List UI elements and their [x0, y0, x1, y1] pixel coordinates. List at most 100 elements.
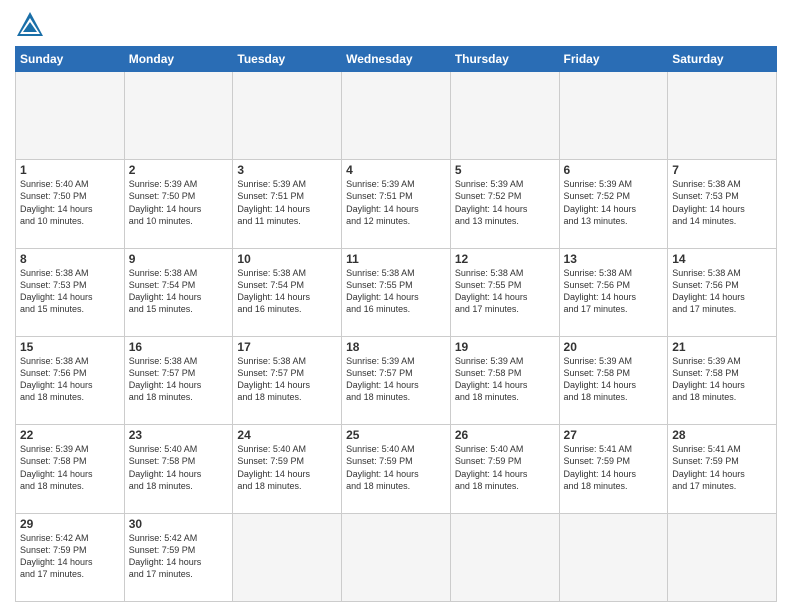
cell-content: Sunrise: 5:40 AMSunset: 7:59 PMDaylight:…: [237, 443, 337, 492]
calendar-cell: [559, 513, 668, 601]
cell-content: Sunrise: 5:42 AMSunset: 7:59 PMDaylight:…: [129, 532, 229, 581]
page: SundayMondayTuesdayWednesdayThursdayFrid…: [0, 0, 792, 612]
calendar-cell: 30Sunrise: 5:42 AMSunset: 7:59 PMDayligh…: [124, 513, 233, 601]
calendar-cell: 25Sunrise: 5:40 AMSunset: 7:59 PMDayligh…: [342, 425, 451, 513]
cell-content: Sunrise: 5:38 AMSunset: 7:56 PMDaylight:…: [564, 267, 664, 316]
cell-content: Sunrise: 5:39 AMSunset: 7:58 PMDaylight:…: [20, 443, 120, 492]
calendar-cell: [124, 72, 233, 160]
cell-content: Sunrise: 5:39 AMSunset: 7:51 PMDaylight:…: [237, 178, 337, 227]
calendar-cell: 19Sunrise: 5:39 AMSunset: 7:58 PMDayligh…: [450, 336, 559, 424]
calendar-header-row: SundayMondayTuesdayWednesdayThursdayFrid…: [16, 47, 777, 72]
logo-icon: [15, 10, 45, 40]
cell-content: Sunrise: 5:39 AMSunset: 7:52 PMDaylight:…: [564, 178, 664, 227]
calendar-cell: 26Sunrise: 5:40 AMSunset: 7:59 PMDayligh…: [450, 425, 559, 513]
calendar-cell: 1Sunrise: 5:40 AMSunset: 7:50 PMDaylight…: [16, 160, 125, 248]
cell-content: Sunrise: 5:39 AMSunset: 7:52 PMDaylight:…: [455, 178, 555, 227]
calendar-cell: [233, 513, 342, 601]
day-number: 18: [346, 340, 446, 354]
day-number: 23: [129, 428, 229, 442]
calendar-week-row: [16, 72, 777, 160]
calendar-week-row: 22Sunrise: 5:39 AMSunset: 7:58 PMDayligh…: [16, 425, 777, 513]
day-number: 12: [455, 252, 555, 266]
calendar-cell: 6Sunrise: 5:39 AMSunset: 7:52 PMDaylight…: [559, 160, 668, 248]
day-number: 11: [346, 252, 446, 266]
day-number: 15: [20, 340, 120, 354]
cell-content: Sunrise: 5:38 AMSunset: 7:54 PMDaylight:…: [237, 267, 337, 316]
calendar-cell: 16Sunrise: 5:38 AMSunset: 7:57 PMDayligh…: [124, 336, 233, 424]
day-number: 29: [20, 517, 120, 531]
cell-content: Sunrise: 5:38 AMSunset: 7:55 PMDaylight:…: [455, 267, 555, 316]
day-number: 16: [129, 340, 229, 354]
calendar-cell: [342, 72, 451, 160]
cell-content: Sunrise: 5:38 AMSunset: 7:57 PMDaylight:…: [237, 355, 337, 404]
calendar-header-tuesday: Tuesday: [233, 47, 342, 72]
calendar-cell: [668, 513, 777, 601]
cell-content: Sunrise: 5:42 AMSunset: 7:59 PMDaylight:…: [20, 532, 120, 581]
calendar-cell: 21Sunrise: 5:39 AMSunset: 7:58 PMDayligh…: [668, 336, 777, 424]
cell-content: Sunrise: 5:39 AMSunset: 7:50 PMDaylight:…: [129, 178, 229, 227]
calendar-cell: 17Sunrise: 5:38 AMSunset: 7:57 PMDayligh…: [233, 336, 342, 424]
calendar-cell: [16, 72, 125, 160]
cell-content: Sunrise: 5:38 AMSunset: 7:55 PMDaylight:…: [346, 267, 446, 316]
day-number: 19: [455, 340, 555, 354]
calendar-cell: 22Sunrise: 5:39 AMSunset: 7:58 PMDayligh…: [16, 425, 125, 513]
calendar-cell: 15Sunrise: 5:38 AMSunset: 7:56 PMDayligh…: [16, 336, 125, 424]
calendar-cell: 2Sunrise: 5:39 AMSunset: 7:50 PMDaylight…: [124, 160, 233, 248]
day-number: 21: [672, 340, 772, 354]
day-number: 20: [564, 340, 664, 354]
cell-content: Sunrise: 5:38 AMSunset: 7:57 PMDaylight:…: [129, 355, 229, 404]
calendar-cell: 8Sunrise: 5:38 AMSunset: 7:53 PMDaylight…: [16, 248, 125, 336]
cell-content: Sunrise: 5:38 AMSunset: 7:54 PMDaylight:…: [129, 267, 229, 316]
cell-content: Sunrise: 5:41 AMSunset: 7:59 PMDaylight:…: [672, 443, 772, 492]
cell-content: Sunrise: 5:38 AMSunset: 7:53 PMDaylight:…: [20, 267, 120, 316]
calendar-header-saturday: Saturday: [668, 47, 777, 72]
cell-content: Sunrise: 5:40 AMSunset: 7:58 PMDaylight:…: [129, 443, 229, 492]
day-number: 14: [672, 252, 772, 266]
calendar-header-thursday: Thursday: [450, 47, 559, 72]
calendar-cell: 10Sunrise: 5:38 AMSunset: 7:54 PMDayligh…: [233, 248, 342, 336]
day-number: 1: [20, 163, 120, 177]
calendar-cell: 24Sunrise: 5:40 AMSunset: 7:59 PMDayligh…: [233, 425, 342, 513]
calendar-header-sunday: Sunday: [16, 47, 125, 72]
day-number: 24: [237, 428, 337, 442]
day-number: 9: [129, 252, 229, 266]
calendar-cell: 23Sunrise: 5:40 AMSunset: 7:58 PMDayligh…: [124, 425, 233, 513]
day-number: 30: [129, 517, 229, 531]
cell-content: Sunrise: 5:39 AMSunset: 7:57 PMDaylight:…: [346, 355, 446, 404]
calendar-cell: [233, 72, 342, 160]
day-number: 28: [672, 428, 772, 442]
calendar-header-wednesday: Wednesday: [342, 47, 451, 72]
day-number: 5: [455, 163, 555, 177]
calendar-cell: [668, 72, 777, 160]
calendar-cell: 11Sunrise: 5:38 AMSunset: 7:55 PMDayligh…: [342, 248, 451, 336]
calendar-table: SundayMondayTuesdayWednesdayThursdayFrid…: [15, 46, 777, 602]
day-number: 8: [20, 252, 120, 266]
calendar-cell: 5Sunrise: 5:39 AMSunset: 7:52 PMDaylight…: [450, 160, 559, 248]
day-number: 25: [346, 428, 446, 442]
cell-content: Sunrise: 5:38 AMSunset: 7:56 PMDaylight:…: [672, 267, 772, 316]
cell-content: Sunrise: 5:38 AMSunset: 7:56 PMDaylight:…: [20, 355, 120, 404]
cell-content: Sunrise: 5:39 AMSunset: 7:58 PMDaylight:…: [672, 355, 772, 404]
day-number: 17: [237, 340, 337, 354]
day-number: 26: [455, 428, 555, 442]
calendar-week-row: 15Sunrise: 5:38 AMSunset: 7:56 PMDayligh…: [16, 336, 777, 424]
day-number: 6: [564, 163, 664, 177]
calendar-cell: 7Sunrise: 5:38 AMSunset: 7:53 PMDaylight…: [668, 160, 777, 248]
calendar-week-row: 29Sunrise: 5:42 AMSunset: 7:59 PMDayligh…: [16, 513, 777, 601]
calendar-cell: 27Sunrise: 5:41 AMSunset: 7:59 PMDayligh…: [559, 425, 668, 513]
calendar-cell: 12Sunrise: 5:38 AMSunset: 7:55 PMDayligh…: [450, 248, 559, 336]
calendar-cell: 20Sunrise: 5:39 AMSunset: 7:58 PMDayligh…: [559, 336, 668, 424]
cell-content: Sunrise: 5:41 AMSunset: 7:59 PMDaylight:…: [564, 443, 664, 492]
day-number: 27: [564, 428, 664, 442]
cell-content: Sunrise: 5:38 AMSunset: 7:53 PMDaylight:…: [672, 178, 772, 227]
cell-content: Sunrise: 5:39 AMSunset: 7:58 PMDaylight:…: [455, 355, 555, 404]
calendar-cell: 4Sunrise: 5:39 AMSunset: 7:51 PMDaylight…: [342, 160, 451, 248]
day-number: 10: [237, 252, 337, 266]
calendar-week-row: 1Sunrise: 5:40 AMSunset: 7:50 PMDaylight…: [16, 160, 777, 248]
cell-content: Sunrise: 5:40 AMSunset: 7:59 PMDaylight:…: [455, 443, 555, 492]
day-number: 4: [346, 163, 446, 177]
calendar-cell: 28Sunrise: 5:41 AMSunset: 7:59 PMDayligh…: [668, 425, 777, 513]
day-number: 13: [564, 252, 664, 266]
calendar-cell: 9Sunrise: 5:38 AMSunset: 7:54 PMDaylight…: [124, 248, 233, 336]
calendar-cell: [450, 513, 559, 601]
